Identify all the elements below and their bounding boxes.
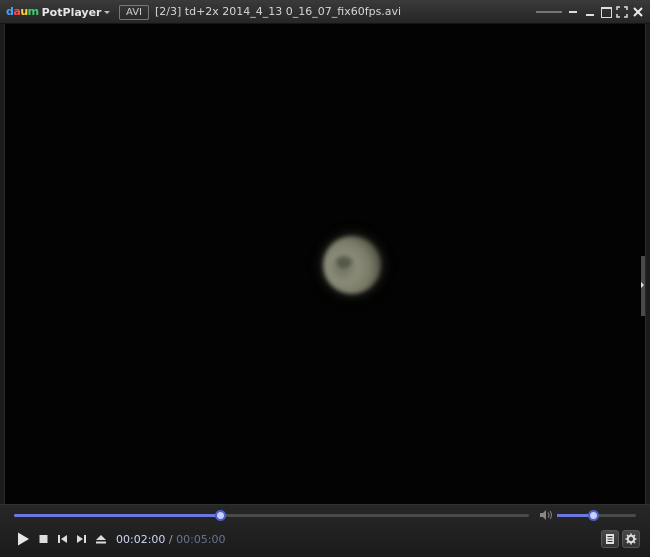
volume-slider[interactable] — [557, 510, 636, 521]
seek-bar[interactable] — [14, 510, 529, 521]
eject-button[interactable] — [93, 531, 109, 547]
speaker-icon[interactable] — [539, 509, 553, 521]
previous-icon — [58, 535, 67, 543]
next-button[interactable] — [74, 531, 90, 547]
daum-logo: daum — [6, 6, 39, 18]
seek-handle[interactable] — [215, 510, 226, 521]
logo-letter: d — [6, 5, 14, 18]
window-controls — [536, 4, 646, 20]
play-icon — [18, 532, 29, 546]
volume-handle[interactable] — [588, 510, 600, 521]
app-menu[interactable]: daum PotPlayer — [6, 5, 111, 19]
format-badge: AVI — [119, 5, 149, 20]
settings-button[interactable] — [622, 530, 640, 548]
next-icon — [77, 535, 86, 543]
maximize-icon[interactable] — [598, 4, 614, 20]
close-icon[interactable] — [630, 4, 646, 20]
stop-icon — [39, 535, 48, 543]
time-display[interactable]: 00:02:00 / 00:05:00 — [116, 533, 226, 546]
stop-button[interactable] — [36, 531, 52, 547]
chevron-down-icon — [104, 10, 111, 14]
minimize-icon[interactable] — [566, 4, 582, 20]
title-drag-handle[interactable] — [536, 11, 562, 13]
mini-mode-icon[interactable] — [582, 4, 598, 20]
window-title: [2/3] td+2x 2014_4_13 0_16_07_fix60fps.a… — [155, 5, 402, 18]
video-frame-planet — [323, 236, 381, 294]
video-area[interactable] — [4, 24, 646, 504]
logo-letter: a — [13, 5, 21, 18]
time-separator: / — [165, 533, 177, 546]
eject-icon — [96, 535, 106, 544]
fullscreen-icon[interactable] — [614, 4, 630, 20]
logo-letter: m — [27, 5, 39, 18]
gear-icon — [625, 533, 637, 545]
play-button[interactable] — [15, 531, 31, 547]
title-bar[interactable]: daum PotPlayer AVI [2/3] td+2x 2014_4_13… — [0, 0, 650, 24]
seek-bar-progress — [14, 514, 220, 517]
control-bar: 00:02:00 / 00:05:00 — [0, 504, 650, 557]
logo-letter: u — [20, 5, 28, 18]
previous-button[interactable] — [55, 531, 71, 547]
total-time: 00:05:00 — [176, 533, 226, 546]
playlist-button[interactable] — [601, 530, 619, 548]
side-panel-toggle[interactable] — [641, 256, 645, 316]
playlist-icon — [606, 534, 614, 544]
app-name: PotPlayer — [41, 5, 102, 19]
current-time: 00:02:00 — [116, 533, 166, 546]
